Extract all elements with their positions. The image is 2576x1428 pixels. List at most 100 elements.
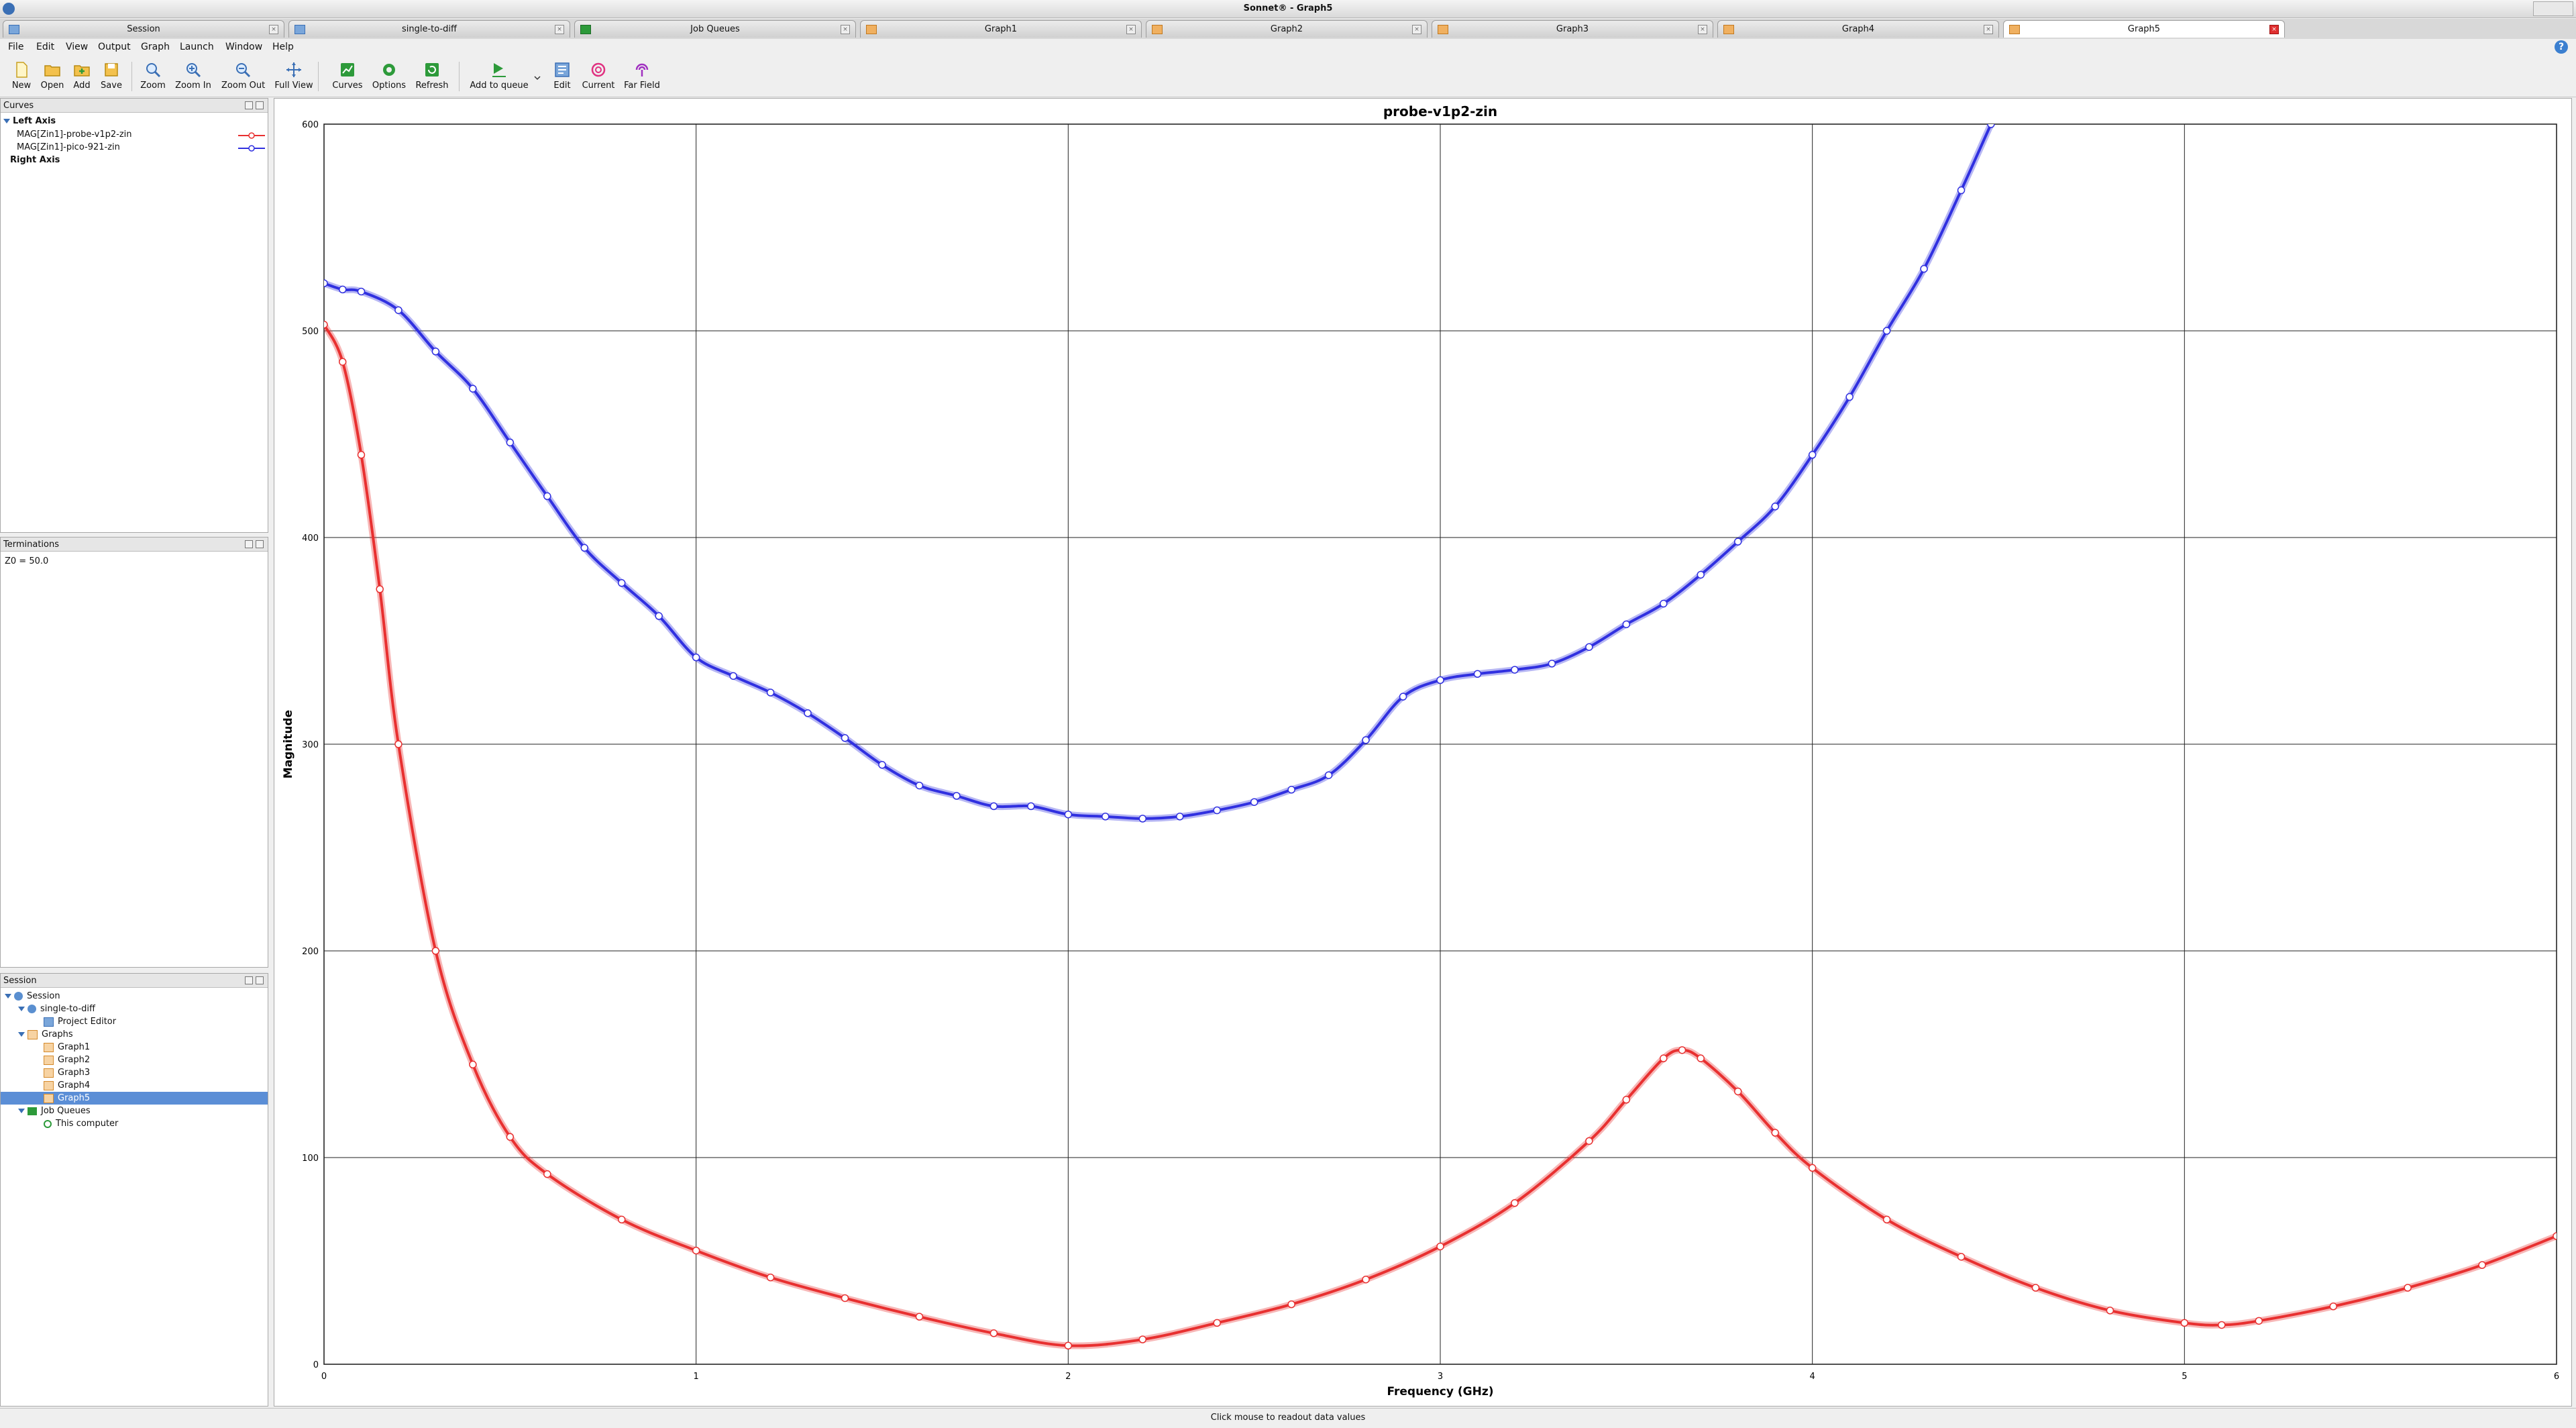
close-icon[interactable] — [256, 101, 264, 109]
close-icon[interactable]: × — [555, 25, 564, 34]
zoom-button[interactable]: Zoom — [131, 59, 174, 94]
data-point — [1436, 676, 1444, 684]
float-icon[interactable] — [245, 540, 253, 548]
right-axis-node[interactable]: Right Axis — [10, 154, 60, 166]
zoom-in-button[interactable]: Zoom In — [172, 59, 215, 94]
data-point — [766, 1273, 775, 1282]
curve-item[interactable]: MAG[Zin1]-pico-921-zin — [17, 141, 120, 154]
close-icon[interactable]: × — [2269, 25, 2279, 34]
data-point — [1213, 1319, 1221, 1327]
x-tick-label: 1 — [694, 1372, 699, 1382]
current-button[interactable]: Current — [577, 59, 620, 94]
tab-graph5[interactable]: Graph5 × — [2003, 20, 2285, 38]
data-point — [1697, 570, 1705, 579]
data-point — [841, 1294, 849, 1303]
data-point — [2255, 1317, 2263, 1325]
queue-icon — [492, 63, 506, 77]
data-point — [1399, 693, 1407, 701]
menu-launch[interactable]: Launch — [180, 42, 214, 52]
menu-window[interactable]: Window — [225, 42, 262, 52]
full-view-button[interactable]: Full View — [272, 59, 315, 94]
chart[interactable]: probe-v1p2-zin 0 1 2 3 4 5 6 0 100 200 300 400 500 600… — [274, 99, 2571, 1406]
zoom-icon — [146, 63, 161, 78]
data-point — [1957, 186, 1966, 195]
menu-view[interactable]: View — [66, 42, 88, 52]
expand-icon[interactable] — [18, 1007, 25, 1011]
close-icon[interactable]: × — [1412, 25, 1421, 34]
data-point — [1920, 264, 1928, 273]
curves-icon — [341, 63, 354, 76]
curves-button[interactable]: Curves — [326, 59, 369, 94]
status-text: Click mouse to readout data values — [1210, 1413, 1366, 1423]
menu-help[interactable]: Help — [272, 42, 294, 52]
left-axis-node[interactable]: Left Axis — [3, 115, 56, 128]
tab-single-to-diff[interactable]: single-to-diff × — [288, 20, 570, 38]
tree-graph5[interactable]: Graph5 — [1, 1092, 268, 1105]
close-icon[interactable] — [256, 540, 264, 548]
curve-item[interactable]: MAG[Zin1]-probe-v1p2-zin — [17, 128, 132, 141]
tab-bar: Session × single-to-diff × Job Queues × … — [0, 19, 2576, 40]
edit-button[interactable]: Edit — [542, 59, 582, 94]
x-tick-label: 4 — [1810, 1372, 1815, 1382]
data-point — [376, 585, 384, 593]
tree-project-editor[interactable]: Project Editor — [44, 1015, 116, 1028]
tab-graph2[interactable]: Graph2 × — [1146, 20, 1428, 38]
expand-icon[interactable] — [18, 1032, 25, 1037]
float-icon[interactable] — [245, 101, 253, 109]
data-point — [469, 1060, 477, 1069]
save-button[interactable]: Save — [90, 59, 133, 94]
tree-graph1[interactable]: Graph1 — [44, 1041, 90, 1054]
tree-session[interactable]: Session — [5, 990, 60, 1003]
tree-graph3[interactable]: Graph3 — [44, 1066, 90, 1079]
expand-icon[interactable] — [5, 994, 11, 999]
close-icon[interactable]: × — [269, 25, 278, 34]
tree-graph2[interactable]: Graph2 — [44, 1054, 90, 1066]
curve-legend-blue — [238, 145, 265, 152]
add-to-queue-button[interactable]: Add to queue — [466, 59, 533, 94]
graph-panel[interactable]: probe-v1p2-zin 0 1 2 3 4 5 6 0 100 200 300 400 500 600… — [274, 98, 2572, 1407]
data-point — [324, 321, 328, 329]
data-point — [1733, 1087, 1742, 1096]
z0-value: Z0 = 50.0 — [5, 556, 49, 566]
tree-this-computer[interactable]: This computer — [44, 1117, 118, 1130]
tab-graph1[interactable]: Graph1 × — [860, 20, 1142, 38]
float-icon[interactable] — [245, 976, 253, 984]
refresh-button[interactable]: Refresh — [411, 59, 453, 94]
data-point — [766, 688, 775, 697]
data-point — [1548, 660, 1556, 668]
data-point — [1808, 451, 1817, 459]
data-point — [580, 544, 589, 552]
data-point — [357, 287, 366, 296]
data-point — [915, 781, 924, 790]
zoom-out-button[interactable]: Zoom Out — [221, 59, 265, 94]
options-button[interactable]: Options — [368, 59, 411, 94]
close-icon[interactable]: × — [1984, 25, 1993, 34]
menu-output[interactable]: Output — [98, 42, 131, 52]
menu-graph[interactable]: Graph — [141, 42, 170, 52]
computer-status-icon — [44, 1119, 52, 1128]
tree-graph4[interactable]: Graph4 — [44, 1079, 90, 1092]
window-controls[interactable] — [2533, 1, 2573, 16]
menu-file[interactable]: File — [8, 42, 23, 52]
expand-icon[interactable] — [18, 1109, 25, 1113]
menu-edit[interactable]: Edit — [36, 42, 54, 52]
help-icon[interactable]: ? — [2555, 40, 2568, 54]
data-point — [2218, 1321, 2226, 1329]
tree-graphs[interactable]: Graphs — [18, 1028, 73, 1041]
y-tick-label: 300 — [302, 740, 319, 750]
tree-job-queues[interactable]: Job Queues — [18, 1105, 91, 1117]
close-icon[interactable] — [256, 976, 264, 984]
far-field-button[interactable]: Far Field — [620, 59, 664, 94]
data-point — [543, 1170, 551, 1178]
tree-project[interactable]: single-to-diff — [18, 1003, 95, 1015]
close-icon[interactable]: × — [841, 25, 850, 34]
data-point — [1102, 813, 1110, 821]
tab-job-queues[interactable]: Job Queues × — [574, 20, 856, 38]
expand-icon[interactable] — [3, 119, 10, 123]
tab-session[interactable]: Session × — [3, 20, 284, 38]
close-icon[interactable]: × — [1126, 25, 1136, 34]
tab-graph4[interactable]: Graph4 × — [1717, 20, 1999, 38]
tab-graph3[interactable]: Graph3 × — [1432, 20, 1713, 38]
close-icon[interactable]: × — [1698, 25, 1707, 34]
data-point — [431, 348, 440, 356]
